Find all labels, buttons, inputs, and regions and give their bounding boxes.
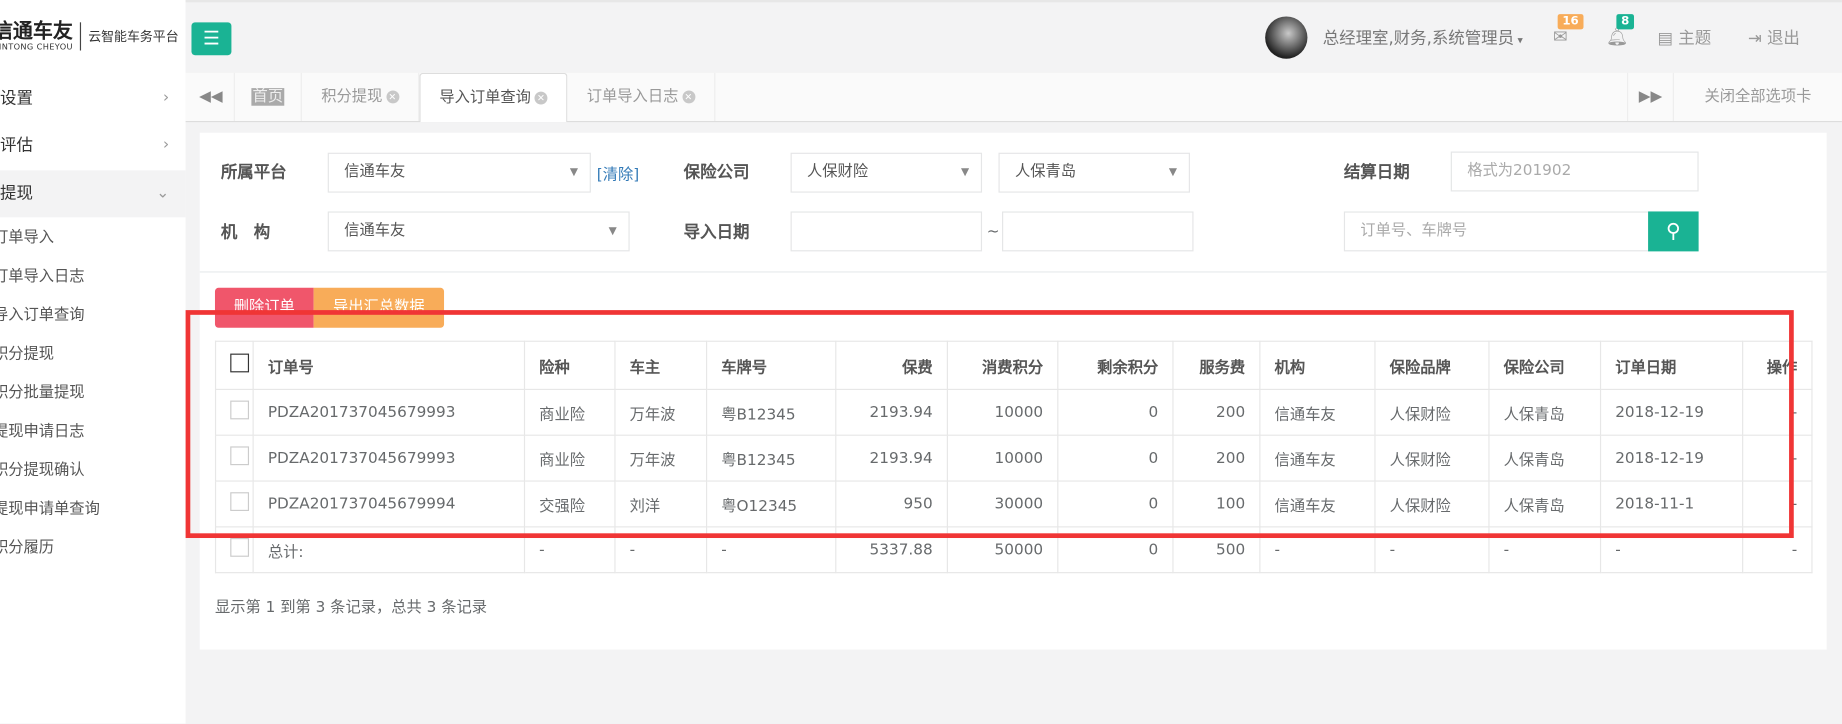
menu-toggle-button[interactable]: ☰ [191,22,232,56]
sidebar-item-label: 评估 [0,136,33,156]
select-value: 信通车友 [344,222,406,240]
tab-home[interactable]: 首页 [235,72,302,121]
platform-label: 所属平台 [220,163,287,183]
row-checkbox[interactable] [230,538,250,557]
import-date-end-input[interactable] [1002,211,1194,252]
caret-down-icon: ▼ [608,225,617,238]
logout-label: 退出 [1766,29,1800,49]
tab-points-withdraw[interactable]: 积分提现 ✕ [302,72,420,121]
pagination-info: 显示第 1 到第 3 条记录，总共 3 条记录 [214,599,488,617]
chevron-right-icon: › [163,89,170,107]
sidebar-subitem[interactable]: 订单导入 [0,218,54,257]
select-value: 信通车友 [344,163,406,181]
logo-subtext: XINTONG CHEYOU [0,42,73,52]
tab-label: 导入订单查询 [439,89,531,107]
search-button[interactable]: ⚲ [1648,211,1699,252]
close-all-tabs-button[interactable]: 关闭全部选项卡 [1674,73,1842,121]
tab-label: 订单导入日志 [586,88,679,106]
theme-label: 主题 [1678,29,1712,49]
search-icon: ⚲ [1666,219,1681,244]
sidebar-item-label: 提现 [0,184,33,204]
sidebar-subitem[interactable]: 积分提现 [0,335,54,374]
tab-label: 首页 [251,88,285,106]
sidebar-subitem[interactable]: 提现申请日志 [0,412,85,451]
theme-icon: ▤ [1657,29,1679,49]
tab-label: 积分提现 [321,88,383,106]
logo-text: 信通车友 [0,19,73,44]
caret-down-icon: ▼ [569,166,578,179]
logout-icon: ⇥ [1747,29,1767,49]
close-icon[interactable]: ✕ [385,90,399,104]
tab-scroll-left-button[interactable]: ◀◀ [188,72,235,121]
sidebar-subitem[interactable]: 积分履历 [0,529,54,568]
sidebar-item-label: 设置 [0,89,33,109]
logo: 信通车友 XINTONG CHEYOU 云智能车务平台 [0,21,179,52]
insurer-label: 保险公司 [683,163,750,183]
tab-scroll-right-button[interactable]: ▶▶ [1626,72,1674,121]
platform-select[interactable]: 信通车友 ▼ [327,152,591,193]
import-date-start-input[interactable] [790,211,983,252]
close-icon[interactable]: ✕ [681,90,695,104]
branch-select[interactable]: 人保青岛 ▼ [998,152,1190,193]
theme-button[interactable]: ▤ 主题 [1658,26,1712,49]
sidebar-subitem[interactable]: 积分提现确认 [0,451,85,490]
tab-import-order-query[interactable]: 导入订单查询 ✕ [419,72,568,123]
logo-tagline: 云智能车务平台 [88,29,179,45]
chevron-down-icon: ⌄ [156,184,170,203]
sidebar-subitem[interactable]: 导入订单查询 [0,296,85,335]
sidebar-item-withdraw[interactable]: 提现 ⌄ [0,170,186,218]
user-menu[interactable]: 总经理室,财务,系统管理员 ▾ [1323,26,1523,49]
caret-down-icon: ▼ [1168,166,1178,179]
sidebar-subitem[interactable]: 积分批量提现 [0,374,85,413]
divider [79,22,82,51]
clear-link[interactable]: [清除] [597,162,639,185]
divider [199,271,1827,273]
select-value: 人保财险 [807,163,869,181]
sidebar-item-settings[interactable]: 设置 › [0,75,186,122]
mail-badge: 16 [1557,14,1584,30]
chevron-right-icon: › [163,136,170,154]
insurer-select[interactable]: 人保财险 ▼ [790,152,983,193]
settle-date-label: 结算日期 [1343,163,1410,183]
date-range-separator: ~ [986,223,1000,241]
close-icon[interactable]: ✕ [534,91,548,105]
sidebar-subitem[interactable]: 提现申请单查询 [0,490,100,529]
org-label: 机 构 [220,223,271,242]
tab-bar: ◀◀ 首页 积分提现 ✕ 导入订单查询 ✕ 订单导入日志 ✕ ▶▶ 关闭全部选项卡 [185,72,1842,123]
tab-order-import-log[interactable]: 订单导入日志 ✕ [567,72,716,121]
highlight-box [185,310,1794,539]
sidebar: 信通车友XINTONG CHEYOU 云智能车务平台 设置 › 评估 › 提现 ⌄ 订… [0,0,186,724]
top-bar [185,0,1842,73]
settle-date-input[interactable]: 格式为201902 [1450,151,1699,192]
bell-badge: 8 [1616,14,1634,30]
caret-down-icon: ▼ [960,166,970,179]
user-name: 总经理室,财务,系统管理员 [1322,29,1515,49]
import-date-label: 导入日期 [683,223,750,242]
org-select[interactable]: 信通车友 ▼ [327,211,630,252]
avatar[interactable] [1265,16,1308,59]
search-input[interactable]: 订单号、车牌号 [1343,211,1650,252]
logout-button[interactable]: ⇥ 退出 [1748,26,1800,49]
select-value: 人保青岛 [1014,163,1077,181]
app: 信通车友XINTONG CHEYOU 云智能车务平台 设置› 评估› 提现⌄ 订… [0,0,1842,724]
sidebar-item-evaluate[interactable]: 评估 › [0,122,186,169]
sidebar-subitem[interactable]: 订单导入日志 [0,257,85,296]
